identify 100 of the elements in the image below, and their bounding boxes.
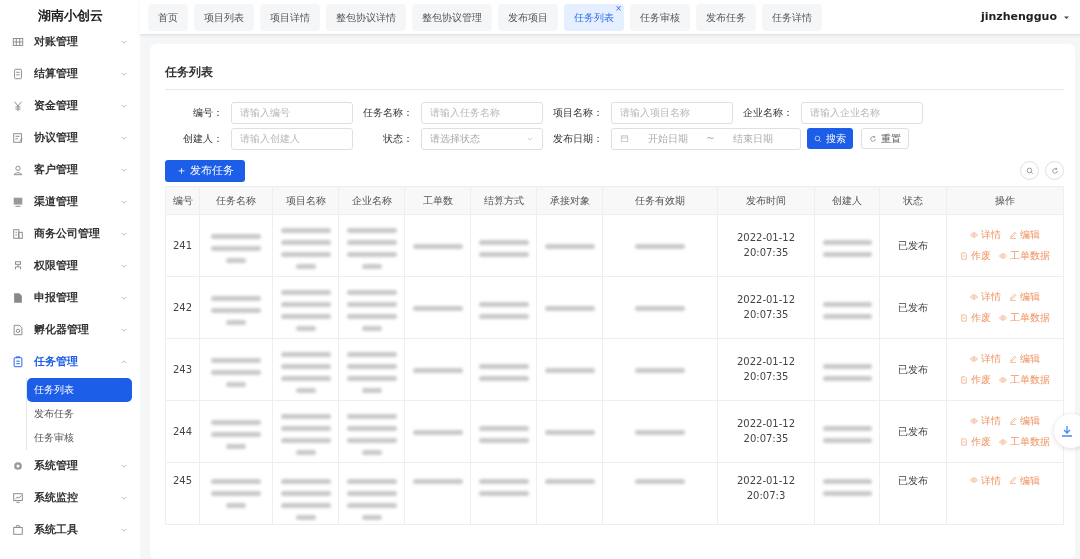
sidebar-subitem[interactable]: 任务审核: [27, 426, 132, 450]
table-cell: 242: [165, 276, 200, 339]
sidebar-item[interactable]: 系统工具: [0, 514, 140, 546]
field-label: 任务名称：: [362, 106, 414, 121]
redacted-text: [822, 363, 872, 381]
close-icon[interactable]: ×: [615, 3, 622, 13]
tab[interactable]: 整包协议详情: [326, 3, 406, 31]
field-label: 创建人：: [182, 132, 224, 147]
search-button[interactable]: 搜索: [807, 128, 853, 150]
redacted-text: [478, 239, 529, 257]
redacted-text: [544, 305, 595, 311]
refresh-icon: [1050, 166, 1059, 175]
redacted-text: [346, 289, 397, 331]
chevron-down-icon: [120, 38, 128, 46]
redacted-text: [280, 413, 331, 455]
redacted-text: [280, 227, 331, 269]
redacted-text: [635, 478, 685, 484]
input-field[interactable]: 请输入创建人: [231, 127, 353, 150]
sidebar-item[interactable]: 商务公司管理: [0, 218, 140, 250]
tab[interactable]: 发布任务: [696, 3, 756, 31]
tab[interactable]: 任务详情: [762, 3, 822, 31]
table-cell: 已发布: [879, 400, 947, 463]
redacted-text: [211, 295, 261, 325]
column-header: 任务名称: [199, 186, 273, 215]
tab[interactable]: 项目列表: [194, 3, 254, 31]
redacted-text: [544, 429, 595, 435]
chevron-down-icon: [120, 198, 128, 206]
pencil-icon: [1009, 354, 1017, 363]
redacted-text: [346, 413, 397, 455]
building-icon: [12, 228, 24, 240]
field-label: 状态：: [382, 132, 414, 147]
sidebar-subitem[interactable]: 发布任务: [27, 402, 132, 426]
document-icon: [960, 375, 968, 384]
page-title: 任务列表: [165, 66, 1064, 90]
redacted-text: [346, 478, 397, 520]
clipboard-icon: [12, 356, 24, 368]
column-header: 工单数: [404, 186, 471, 215]
sidebar-item[interactable]: 协议管理: [0, 122, 140, 154]
redacted-text: [412, 478, 463, 484]
receipt-icon: [12, 68, 24, 80]
publish-task-button[interactable]: ＋ 发布任务: [165, 159, 246, 182]
grid-icon: [12, 36, 24, 48]
chevron-down-icon: [120, 102, 128, 110]
redacted-text: [635, 367, 685, 373]
input-field[interactable]: 请输入项目名称: [611, 101, 733, 124]
chevron-down-icon: [120, 462, 128, 470]
refresh-icon: [869, 134, 877, 143]
document-icon: [12, 292, 24, 304]
chevron-down-icon: [120, 294, 128, 302]
input-field[interactable]: 请输入企业名称: [801, 101, 923, 124]
user-menu[interactable]: jinzhengguo: [980, 8, 1072, 26]
app-title: 湖南小创云: [36, 7, 104, 25]
document-edit-icon: [12, 132, 24, 144]
column-header: 企业名称: [338, 186, 405, 215]
sidebar-item[interactable]: 对账管理: [0, 26, 140, 58]
tab[interactable]: 任务审核: [630, 3, 690, 31]
sidebar-item[interactable]: 结算管理: [0, 58, 140, 90]
redacted-text: [211, 357, 261, 387]
pencil-icon: [1009, 416, 1017, 425]
tab[interactable]: 项目详情: [260, 3, 320, 31]
chevron-down-icon: [120, 134, 128, 142]
sidebar-item[interactable]: 任务管理: [0, 346, 140, 378]
chevron-down-icon: [120, 494, 128, 502]
tab[interactable]: 整包协议管理: [412, 3, 492, 31]
field-label: 发布日期：: [552, 132, 604, 147]
table-cell: 2022-01-12 20:07:35: [717, 338, 815, 401]
tab[interactable]: 发布项目: [498, 3, 558, 31]
pencil-icon: [1009, 292, 1017, 301]
column-header: 承接对象: [536, 186, 603, 215]
redacted-text: [478, 363, 529, 381]
search-toggle-button[interactable]: [1020, 161, 1039, 181]
chevron-up-icon: [120, 358, 128, 366]
tab[interactable]: 任务列表 ×: [564, 3, 624, 31]
refresh-button[interactable]: [1045, 161, 1064, 181]
input-field[interactable]: 请输入任务名称: [421, 101, 543, 124]
field-label: 编号：: [192, 106, 224, 121]
sidebar-subitem[interactable]: 任务列表: [27, 378, 132, 402]
calendar-icon: [620, 134, 629, 144]
redacted-text: [211, 233, 261, 263]
field-label: 项目名称：: [552, 106, 604, 121]
sidebar-item[interactable]: 客户管理: [0, 154, 140, 186]
redacted-text: [211, 478, 261, 508]
input-field[interactable]: 请输入编号: [231, 101, 353, 124]
sidebar-item[interactable]: 孵化器管理: [0, 314, 140, 346]
document-icon: [960, 313, 968, 322]
sidebar-item[interactable]: 渠道管理: [0, 186, 140, 218]
redacted-text: [822, 301, 872, 319]
reset-button[interactable]: 重置: [861, 128, 909, 150]
sidebar-item[interactable]: 申报管理: [0, 282, 140, 314]
column-header: 状态: [879, 186, 947, 215]
eye-icon: [970, 416, 978, 425]
sidebar-item[interactable]: 权限管理: [0, 250, 140, 282]
sidebar-item[interactable]: 系统监控: [0, 482, 140, 514]
tab[interactable]: 首页: [148, 3, 188, 31]
sidebar-item[interactable]: 系统管理: [0, 450, 140, 482]
table-cell: 已发布: [879, 338, 947, 401]
redacted-text: [544, 478, 595, 484]
redacted-text: [412, 367, 463, 373]
sidebar-item[interactable]: 资金管理: [0, 90, 140, 122]
table-cell: 241: [165, 214, 200, 277]
